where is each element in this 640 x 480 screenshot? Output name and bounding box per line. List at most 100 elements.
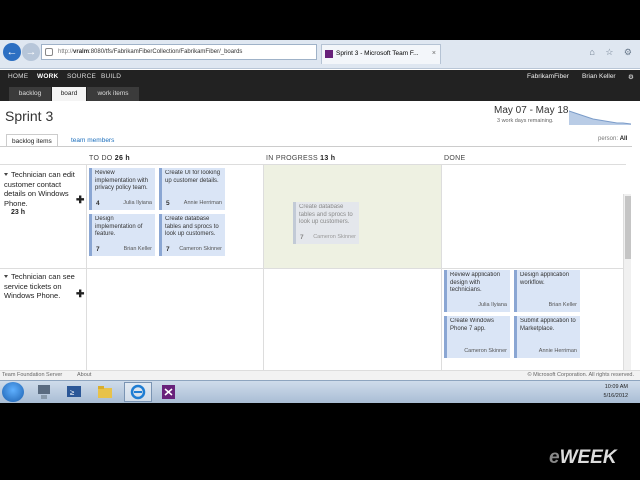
task-title: Review application design with technicia… <box>450 272 501 293</box>
add-task-icon[interactable]: ✚ <box>76 195 84 206</box>
task-owner: Cameron Skinner <box>464 347 507 354</box>
task-hours: 7 <box>300 233 304 241</box>
browser-tab-title: Sprint 3 - Microsoft Team F... <box>336 50 419 57</box>
address-prefix: http:// <box>58 49 74 55</box>
task-owner: Cameron Skinner <box>313 233 356 240</box>
user-menu[interactable]: Brian Keller <box>582 73 616 80</box>
task-title: Submit application to Marketplace. <box>520 318 576 332</box>
backlog-item[interactable]: Technician can see service tickets on Wi… <box>4 272 78 301</box>
address-bar[interactable]: http://vralm:8080/tfs/FabrikamFiberColle… <box>41 44 317 60</box>
column-inprogress-label: IN PROGRESS <box>266 155 318 162</box>
visual-studio-icon[interactable] <box>158 382 180 402</box>
backlog-item-hours: 23 h <box>11 209 26 216</box>
task-title: Create database tables and sprocs to loo… <box>299 204 353 225</box>
burndown-chart-mini[interactable] <box>569 103 631 125</box>
task-hours: 4 <box>96 199 100 207</box>
row-divider <box>0 268 626 269</box>
page-title: Sprint 3 <box>5 108 54 124</box>
browser-toolbar: ← → http://vralm:8080/tfs/FabrikamFiberC… <box>0 40 640 69</box>
settings-icon[interactable]: ⚙ <box>628 73 634 81</box>
task-title: Review implementation with privacy polic… <box>95 170 149 191</box>
hub-home[interactable]: HOME <box>8 73 28 80</box>
task-title: Design application workflow. <box>520 272 570 286</box>
tab-work-items[interactable]: work items <box>87 87 139 101</box>
forward-button[interactable]: → <box>22 43 40 61</box>
task-card[interactable]: Review application design with technicia… <box>444 270 510 312</box>
task-owner: Annie Herriman <box>183 199 222 206</box>
column-todo-header: TO DO 26 h <box>89 155 130 162</box>
system-clock[interactable]: 10:09 AM 5/16/2012 <box>604 383 628 401</box>
column-inprogress-header: IN PROGRESS 13 h <box>266 155 335 162</box>
clock-date: 5/16/2012 <box>603 393 628 399</box>
hub-work[interactable]: WORK <box>37 73 58 80</box>
task-owner: Brian Keller <box>548 301 577 308</box>
task-card[interactable]: Create database tables and sprocs to loo… <box>159 214 225 256</box>
browser-window: ← → http://vralm:8080/tfs/FabrikamFiberC… <box>0 40 640 403</box>
tab-backlog[interactable]: backlog <box>9 87 51 101</box>
column-done-label: DONE <box>444 155 466 162</box>
task-title: Create Windows Phone 7 app. <box>450 318 495 332</box>
task-title: Create UI for looking up customer detail… <box>165 170 221 184</box>
task-card[interactable]: Review implementation with privacy polic… <box>89 168 155 210</box>
expand-icon[interactable] <box>4 275 8 278</box>
back-button[interactable]: ← <box>3 43 21 61</box>
tfs-header: HOME WORK SOURCE BUILD FabrikamFiber Bri… <box>0 70 640 101</box>
task-card[interactable]: Design application workflow. Brian Kelle… <box>514 270 580 312</box>
footer-copyright: © Microsoft Corporation. All rights rese… <box>527 372 634 378</box>
column-todo-hours: 26 h <box>114 155 131 162</box>
hub-build[interactable]: BUILD <box>101 73 121 80</box>
footer-product: Team Foundation Server <box>2 372 63 378</box>
footer-about-link[interactable]: About <box>77 371 91 380</box>
page-footer: Team Foundation Server About © Microsoft… <box>0 370 640 380</box>
computer-icon[interactable] <box>34 382 56 402</box>
browser-tool-icons[interactable]: ⌂ ☆ ⚙ <box>589 47 636 58</box>
windows-taskbar: ≥ 10:09 AM 5/16/2012 <box>0 380 640 403</box>
expand-icon[interactable] <box>4 173 8 176</box>
page-icon <box>45 48 53 56</box>
task-hours: 5 <box>166 199 170 207</box>
add-task-icon[interactable]: ✚ <box>76 289 84 300</box>
close-tab-button[interactable]: × <box>432 45 436 63</box>
task-owner: Annie Herriman <box>538 347 577 354</box>
address-host: vralm <box>73 49 90 55</box>
eweek-logo: eWEEK <box>549 447 617 468</box>
column-divider <box>441 164 442 403</box>
svg-text:≥: ≥ <box>70 388 75 397</box>
task-card[interactable]: Design implementation of feature. 7 Brian… <box>89 214 155 256</box>
internet-explorer-icon[interactable] <box>124 382 152 402</box>
task-card-dragging[interactable]: Create database tables and sprocs to loo… <box>293 202 359 244</box>
project-selector[interactable]: FabrikamFiber <box>527 73 569 80</box>
task-owner: Julia Ilyiana <box>478 301 507 308</box>
visual-studio-icon <box>325 50 333 58</box>
folder-icon[interactable] <box>95 382 117 402</box>
backlog-item[interactable]: Technician can edit customer contact det… <box>4 170 78 218</box>
task-owner: Julia Ilyiana <box>123 199 152 206</box>
task-owner: Brian Keller <box>123 245 152 252</box>
task-title: Create database tables and sprocs to loo… <box>165 216 219 237</box>
hub-source[interactable]: SOURCE <box>67 73 96 80</box>
browser-tab[interactable]: Sprint 3 - Microsoft Team F... × <box>321 44 441 64</box>
column-divider <box>86 164 87 403</box>
task-card[interactable]: Create Windows Phone 7 app. Cameron Skin… <box>444 316 510 358</box>
task-title: Design implementation of feature. <box>95 216 143 237</box>
column-divider <box>263 164 264 403</box>
sprint-dates: May 07 - May 18 <box>494 105 569 116</box>
task-card[interactable]: Submit application to Marketplace. Annie… <box>514 316 580 358</box>
clock-time: 10:09 AM <box>604 384 628 390</box>
sprint-remaining: 3 work days remaining. <box>497 118 554 124</box>
task-hours: 7 <box>96 245 100 253</box>
column-done-header: DONE <box>444 155 465 162</box>
scrollbar-thumb[interactable] <box>625 196 631 259</box>
tab-board[interactable]: board <box>52 87 86 101</box>
column-todo-label: TO DO <box>89 155 113 162</box>
person-filter-label: person: <box>598 136 619 142</box>
person-filter[interactable]: person: All <box>598 136 627 142</box>
task-card[interactable]: Create UI for looking up customer detail… <box>159 168 225 210</box>
task-owner: Cameron Skinner <box>179 245 222 252</box>
powershell-icon[interactable]: ≥ <box>64 382 86 402</box>
start-button[interactable] <box>2 382 24 402</box>
person-filter-value: All <box>619 136 628 142</box>
address-path: :8080/tfs/FabrikamFiberCollection/Fabrik… <box>89 49 243 55</box>
column-inprogress-hours: 13 h <box>320 155 336 162</box>
backlog-item-title: Technician can edit customer contact det… <box>4 170 75 208</box>
